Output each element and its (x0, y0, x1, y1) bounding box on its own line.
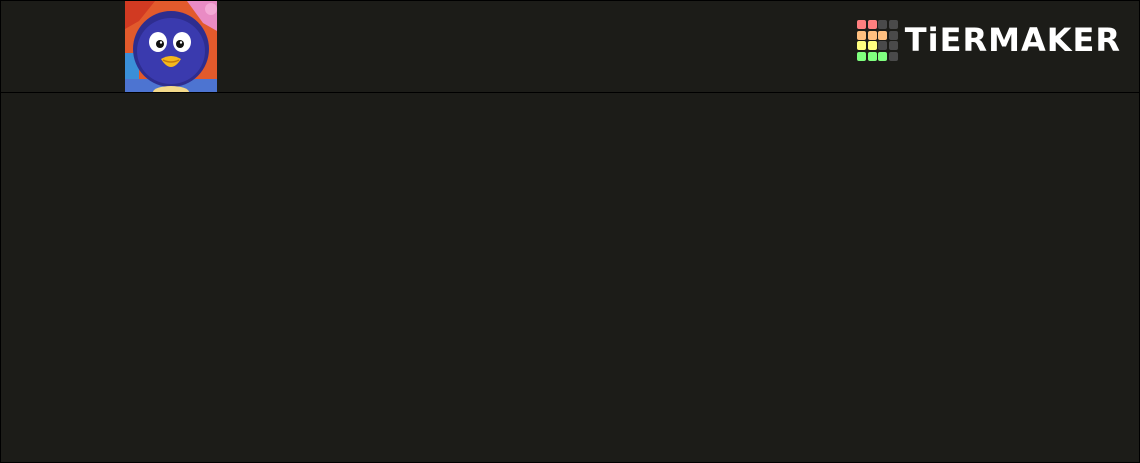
blue-penguin-character-image (125, 1, 217, 92)
logo-grid-cell (878, 41, 888, 50)
logo-grid-cell (857, 20, 867, 29)
tier-list-board: TiERMAKER (0, 0, 1140, 463)
logo-grid-cell (888, 51, 898, 61)
unranked-items-pool[interactable] (1, 93, 1139, 462)
tier-label[interactable] (1, 1, 125, 92)
logo-grid-cell (878, 51, 888, 61)
tiermaker-wordmark: TiERMAKER (904, 21, 1121, 60)
logo-grid-cell (888, 20, 898, 29)
logo-grid-cell (878, 30, 888, 40)
logo-grid-cell (867, 41, 877, 50)
logo-grid-cell (867, 20, 877, 29)
logo-grid-cell (857, 41, 867, 50)
logo-grid-cell (857, 51, 867, 61)
logo-grid-cell (888, 30, 898, 40)
logo-grid-cell (857, 30, 867, 40)
tiermaker-grid-icon (857, 20, 898, 61)
tiermaker-logo: TiERMAKER (857, 20, 1121, 61)
tier-item-penguin[interactable] (125, 1, 217, 92)
logo-grid-cell (878, 20, 888, 29)
logo-grid-cell (867, 51, 877, 61)
logo-grid-cell (888, 41, 898, 50)
logo-grid-cell (867, 30, 877, 40)
